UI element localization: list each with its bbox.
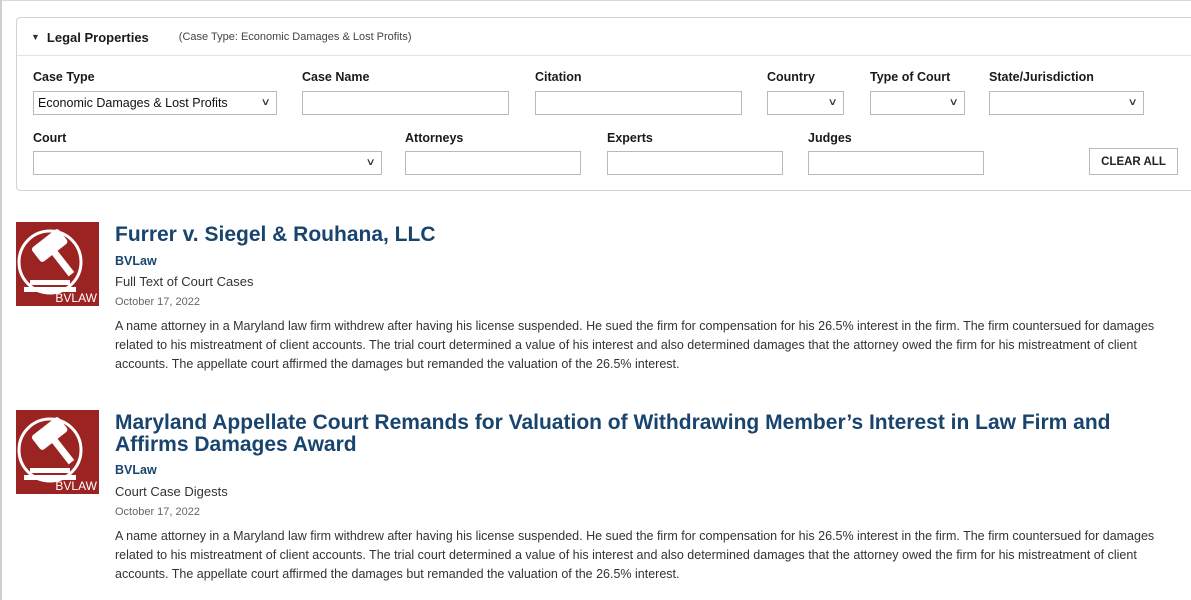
left-divider bbox=[0, 0, 2, 600]
top-divider bbox=[0, 0, 1191, 1]
result-title[interactable]: Furrer v. Siegel & Rouhana, LLC bbox=[115, 224, 1175, 246]
case-type-field: Case Type bbox=[33, 70, 95, 86]
logo-text: BVLAW bbox=[55, 479, 97, 493]
type-of-court-field: Type of Court bbox=[870, 70, 950, 86]
panel-header[interactable]: ▼ Legal Properties (Case Type: Economic … bbox=[31, 27, 412, 47]
caret-down-icon[interactable]: ▼ bbox=[31, 32, 40, 42]
court-select[interactable]: ∨ bbox=[33, 151, 382, 175]
attorneys-field: Attorneys bbox=[405, 131, 463, 147]
judges-field: Judges bbox=[808, 131, 852, 147]
legal-properties-panel: ▼ Legal Properties (Case Type: Economic … bbox=[16, 17, 1191, 191]
chevron-down-icon: ∨ bbox=[365, 157, 376, 168]
result-item: BVLAW Maryland Appellate Court Remands f… bbox=[16, 410, 1176, 600]
case-type-value: Economic Damages & Lost Profits bbox=[38, 96, 228, 110]
citation-input[interactable] bbox=[535, 91, 742, 115]
result-date: October 17, 2022 bbox=[115, 506, 201, 518]
result-type: Court Case Digests bbox=[115, 484, 228, 499]
result-type: Full Text of Court Cases bbox=[115, 274, 254, 289]
result-summary: A name attorney in a Maryland law firm w… bbox=[115, 529, 1155, 581]
state-jurisdiction-field: State/Jurisdiction bbox=[989, 70, 1094, 86]
chevron-down-icon: ∨ bbox=[827, 97, 838, 108]
experts-field: Experts bbox=[607, 131, 653, 147]
panel-title[interactable]: Legal Properties bbox=[47, 30, 149, 45]
case-name-field: Case Name bbox=[302, 70, 369, 86]
bvlaw-logo[interactable]: BVLAW bbox=[16, 222, 99, 306]
result-source[interactable]: BVLaw bbox=[115, 463, 157, 477]
type-of-court-label: Type of Court bbox=[870, 70, 951, 84]
judges-label: Judges bbox=[808, 131, 852, 145]
chevron-down-icon: ∨ bbox=[260, 97, 271, 108]
court-field: Court bbox=[33, 131, 66, 147]
attorneys-label: Attorneys bbox=[405, 131, 464, 145]
case-name-label: Case Name bbox=[302, 70, 370, 84]
country-label: Country bbox=[767, 70, 815, 84]
attorneys-input[interactable] bbox=[405, 151, 581, 175]
court-label: Court bbox=[33, 131, 67, 145]
state-jurisdiction-select[interactable]: ∨ bbox=[989, 91, 1144, 115]
result-source[interactable]: BVLaw bbox=[115, 254, 157, 268]
case-name-input[interactable] bbox=[302, 91, 509, 115]
case-type-label: Case Type bbox=[33, 70, 95, 84]
result-item: BVLAW Furrer v. Siegel & Rouhana, LLC BV… bbox=[16, 222, 1176, 382]
panel-subtitle: (Case Type: Economic Damages & Lost Prof… bbox=[178, 31, 412, 43]
country-select[interactable]: ∨ bbox=[767, 91, 844, 115]
type-of-court-select[interactable]: ∨ bbox=[870, 91, 965, 115]
judges-input[interactable] bbox=[808, 151, 984, 175]
result-title[interactable]: Maryland Appellate Court Remands for Val… bbox=[115, 412, 1175, 456]
experts-input[interactable] bbox=[607, 151, 783, 175]
chevron-down-icon: ∨ bbox=[1127, 97, 1138, 108]
chevron-down-icon: ∨ bbox=[948, 97, 959, 108]
citation-label: Citation bbox=[535, 70, 582, 84]
case-type-select[interactable]: Economic Damages & Lost Profits ∨ bbox=[33, 91, 277, 115]
country-field: Country bbox=[767, 70, 815, 86]
logo-text: BVLAW bbox=[55, 291, 97, 305]
state-jurisdiction-label: State/Jurisdiction bbox=[989, 70, 1094, 84]
citation-field: Citation bbox=[535, 70, 582, 86]
bvlaw-logo[interactable]: BVLAW bbox=[16, 410, 99, 494]
result-summary: A name attorney in a Maryland law firm w… bbox=[115, 319, 1155, 371]
clear-all-button[interactable]: CLEAR ALL bbox=[1089, 148, 1178, 175]
result-date: October 17, 2022 bbox=[115, 296, 201, 308]
experts-label: Experts bbox=[607, 131, 653, 145]
panel-divider bbox=[17, 55, 1191, 56]
